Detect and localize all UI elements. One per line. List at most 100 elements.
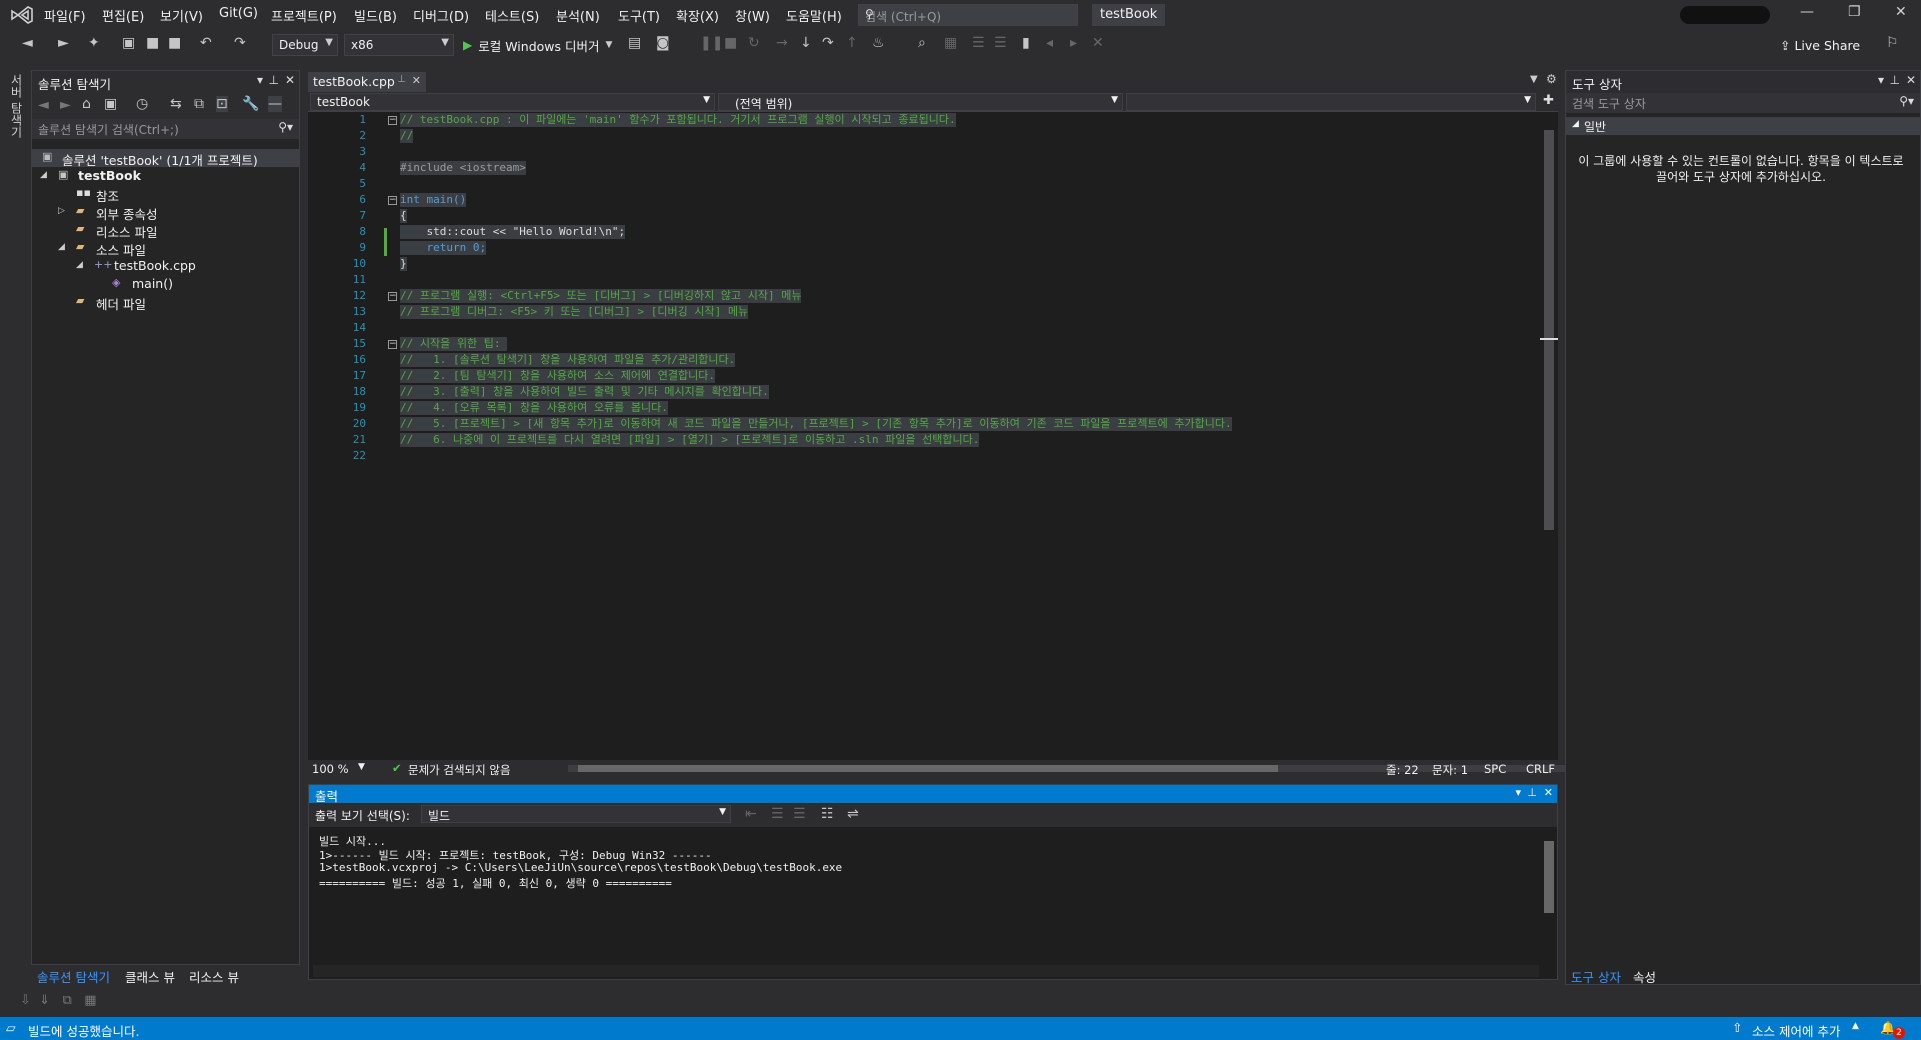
solution-search-input[interactable]: 솔루션 탐색기 검색(Ctrl+;) ⚲▾ — [32, 119, 299, 139]
code-editor[interactable]: 1 2 3 4 5 6 7 8 9 10 11 12 13 14 15 16 1… — [308, 112, 1558, 760]
menu-test[interactable]: 테스트(S) — [485, 6, 539, 25]
close-icon[interactable]: ✕ — [412, 74, 421, 87]
back-icon[interactable]: ◄ — [38, 97, 49, 113]
chevron-down-icon[interactable]: ▼ — [358, 762, 365, 772]
fold-collapse-icon[interactable]: − — [388, 340, 397, 349]
menu-build[interactable]: 빌드(B) — [354, 6, 397, 25]
zoom-level[interactable]: 100 % — [312, 762, 349, 776]
forward-icon[interactable]: ► — [58, 35, 69, 51]
live-share-button[interactable]: ⇪ Live Share — [1780, 38, 1860, 53]
member-dropdown[interactable]: ▼ — [1126, 93, 1536, 111]
gear-icon[interactable]: ⚙ — [1546, 72, 1557, 86]
clear-bookmarks-icon[interactable]: ✕ — [1092, 35, 1104, 51]
search-input[interactable]: 검색 (Ctrl+Q) ⚲ — [858, 4, 1078, 26]
configuration-select[interactable]: Debug ▼ — [272, 34, 338, 56]
menu-project[interactable]: 프로젝트(P) — [271, 6, 337, 25]
scope-dropdown[interactable]: (전역 범위) ▼ — [718, 93, 1123, 111]
menu-help[interactable]: 도움말(H) — [786, 6, 842, 25]
bookmark-icon[interactable]: ▮ — [1022, 35, 1030, 51]
output-vertical-scrollbar[interactable] — [1541, 829, 1557, 965]
whitespace-mode[interactable]: SPC — [1484, 762, 1506, 776]
forward-icon[interactable]: ► — [60, 97, 71, 113]
menu-window[interactable]: 창(W) — [735, 6, 770, 25]
tab-solution-explorer[interactable]: 솔루션 탐색기 — [37, 967, 110, 986]
redo-icon[interactable]: ↷ — [234, 35, 246, 51]
tree-item-header-files[interactable]: ▰ 헤더 파일 — [32, 293, 299, 312]
pending-changes-icon[interactable]: ◷ — [136, 96, 148, 112]
pin-icon[interactable]: ⊥ — [269, 73, 279, 87]
minimize-icon[interactable]: — — [1800, 4, 1814, 20]
stop-icon[interactable]: ■ — [724, 35, 737, 51]
tab-properties[interactable]: 속성 — [1633, 967, 1656, 986]
tree-item-references[interactable]: ▪▪ 참조 — [32, 185, 299, 204]
pause-icon[interactable]: ❚❚ — [700, 35, 723, 51]
find-icon[interactable]: ⌕ — [918, 35, 926, 51]
toolbox-group-general[interactable]: ◢ 일반 — [1566, 117, 1920, 135]
chevron-down-icon[interactable]: ▾ — [1515, 786, 1521, 799]
go-to-next-error-icon[interactable]: ☰ — [793, 806, 806, 822]
grid-icon[interactable]: ▦ — [84, 993, 96, 1008]
collapse-all-icon[interactable]: ⧉ — [194, 96, 204, 112]
account-avatar[interactable] — [1680, 6, 1770, 24]
project-dropdown[interactable]: testBook ▼ — [310, 93, 715, 111]
menu-git[interactable]: Git(G) — [219, 6, 258, 21]
step-out-icon[interactable]: ↑ — [846, 35, 858, 51]
screenshot-icon[interactable]: ◙ — [656, 35, 670, 51]
chevron-down-icon[interactable]: ▼ — [1530, 74, 1538, 85]
menu-extensions[interactable]: 확장(X) — [676, 6, 719, 25]
menu-edit[interactable]: 편집(E) — [102, 6, 144, 25]
go-to-previous-icon[interactable]: ⇤ — [745, 806, 757, 822]
output-horizontal-scrollbar[interactable] — [313, 965, 1539, 977]
fold-collapse-icon[interactable]: − — [388, 196, 397, 205]
chevron-down-icon[interactable]: ▾ — [1878, 73, 1884, 87]
back-icon[interactable]: ◄ — [22, 35, 33, 51]
folder-icon[interactable]: ▤ — [628, 35, 641, 51]
save-all-icon[interactable]: ■ — [168, 35, 181, 51]
open-folder-icon[interactable]: ▣ — [122, 35, 135, 51]
feedback-icon[interactable]: ⚐ — [1886, 35, 1899, 51]
sync-icon[interactable]: ⇆ — [170, 96, 182, 112]
fold-collapse-icon[interactable]: − — [388, 292, 397, 301]
clear-all-icon[interactable]: ☷ — [821, 806, 834, 822]
comment-icon[interactable]: ▦ — [944, 35, 957, 51]
restore-icon[interactable]: ❐ — [1848, 4, 1861, 20]
tree-item-source-files[interactable]: ◢ ▰ 소스 파일 — [32, 239, 299, 258]
close-icon[interactable]: ✕ — [1906, 73, 1916, 87]
tab-resource-view[interactable]: 리소스 뷰 — [189, 967, 239, 986]
go-to-next-icon[interactable]: ☰ — [771, 806, 784, 822]
toolbox-search-input[interactable]: 검색 도구 상자 ⚲▾ — [1566, 93, 1920, 113]
publish-icon[interactable]: ⇩ — [20, 993, 31, 1008]
start-debugging-button[interactable]: ▶ 로컬 Windows 디버거 ▼ — [463, 34, 612, 56]
switch-views-icon[interactable]: ▣ — [104, 96, 117, 112]
menu-file[interactable]: 파일(F) — [44, 6, 86, 25]
chevron-up-icon[interactable]: ▲ — [1852, 1021, 1859, 1031]
pin-icon[interactable]: ⊥ — [1890, 73, 1900, 87]
close-icon[interactable]: ✕ — [1544, 786, 1553, 799]
hot-reload-icon[interactable]: ♨ — [872, 35, 885, 51]
pin-icon[interactable]: ⊥ — [1527, 786, 1537, 799]
undo-icon[interactable]: ↶ — [200, 35, 212, 51]
prev-bookmark-icon[interactable]: ◂ — [1046, 35, 1053, 51]
restart-icon[interactable]: ↻ — [748, 35, 760, 51]
show-all-files-icon[interactable]: ⊡ — [216, 96, 228, 112]
split-add-icon[interactable]: ✚ — [1543, 93, 1554, 108]
column-position[interactable]: 문자: 1 — [1432, 762, 1468, 778]
chevron-down-icon[interactable]: ▾ — [257, 73, 263, 87]
tab-testbook-cpp[interactable]: testBook.cpp ⊥ ✕ — [308, 72, 426, 92]
platform-select[interactable]: x86 ▼ — [344, 34, 454, 56]
show-next-statement-icon[interactable]: → — [776, 35, 788, 51]
pin-icon[interactable]: ⊥ — [397, 74, 406, 85]
menu-analyze[interactable]: 분석(N) — [556, 6, 600, 25]
issues-status[interactable]: 문제가 검색되지 않음 — [408, 762, 511, 778]
close-icon[interactable]: ✕ — [1895, 4, 1907, 20]
menu-view[interactable]: 보기(V) — [160, 6, 203, 25]
word-wrap-icon[interactable]: ⇌ — [847, 806, 859, 822]
server-explorer-tab[interactable]: 서버 탐색기 — [8, 74, 25, 138]
tree-item-resource-files[interactable]: ▰ 리소스 파일 — [32, 221, 299, 240]
tab-class-view[interactable]: 클래스 뷰 — [125, 967, 175, 986]
save-icon[interactable]: ■ — [146, 35, 159, 51]
tree-item-cpp-file[interactable]: ◢ ++ testBook.cpp — [32, 257, 299, 275]
home-icon[interactable]: ⌂ — [82, 96, 91, 112]
menu-tools[interactable]: 도구(T) — [618, 6, 660, 25]
tree-item-project[interactable]: ◢ ▣ testBook — [32, 167, 299, 185]
